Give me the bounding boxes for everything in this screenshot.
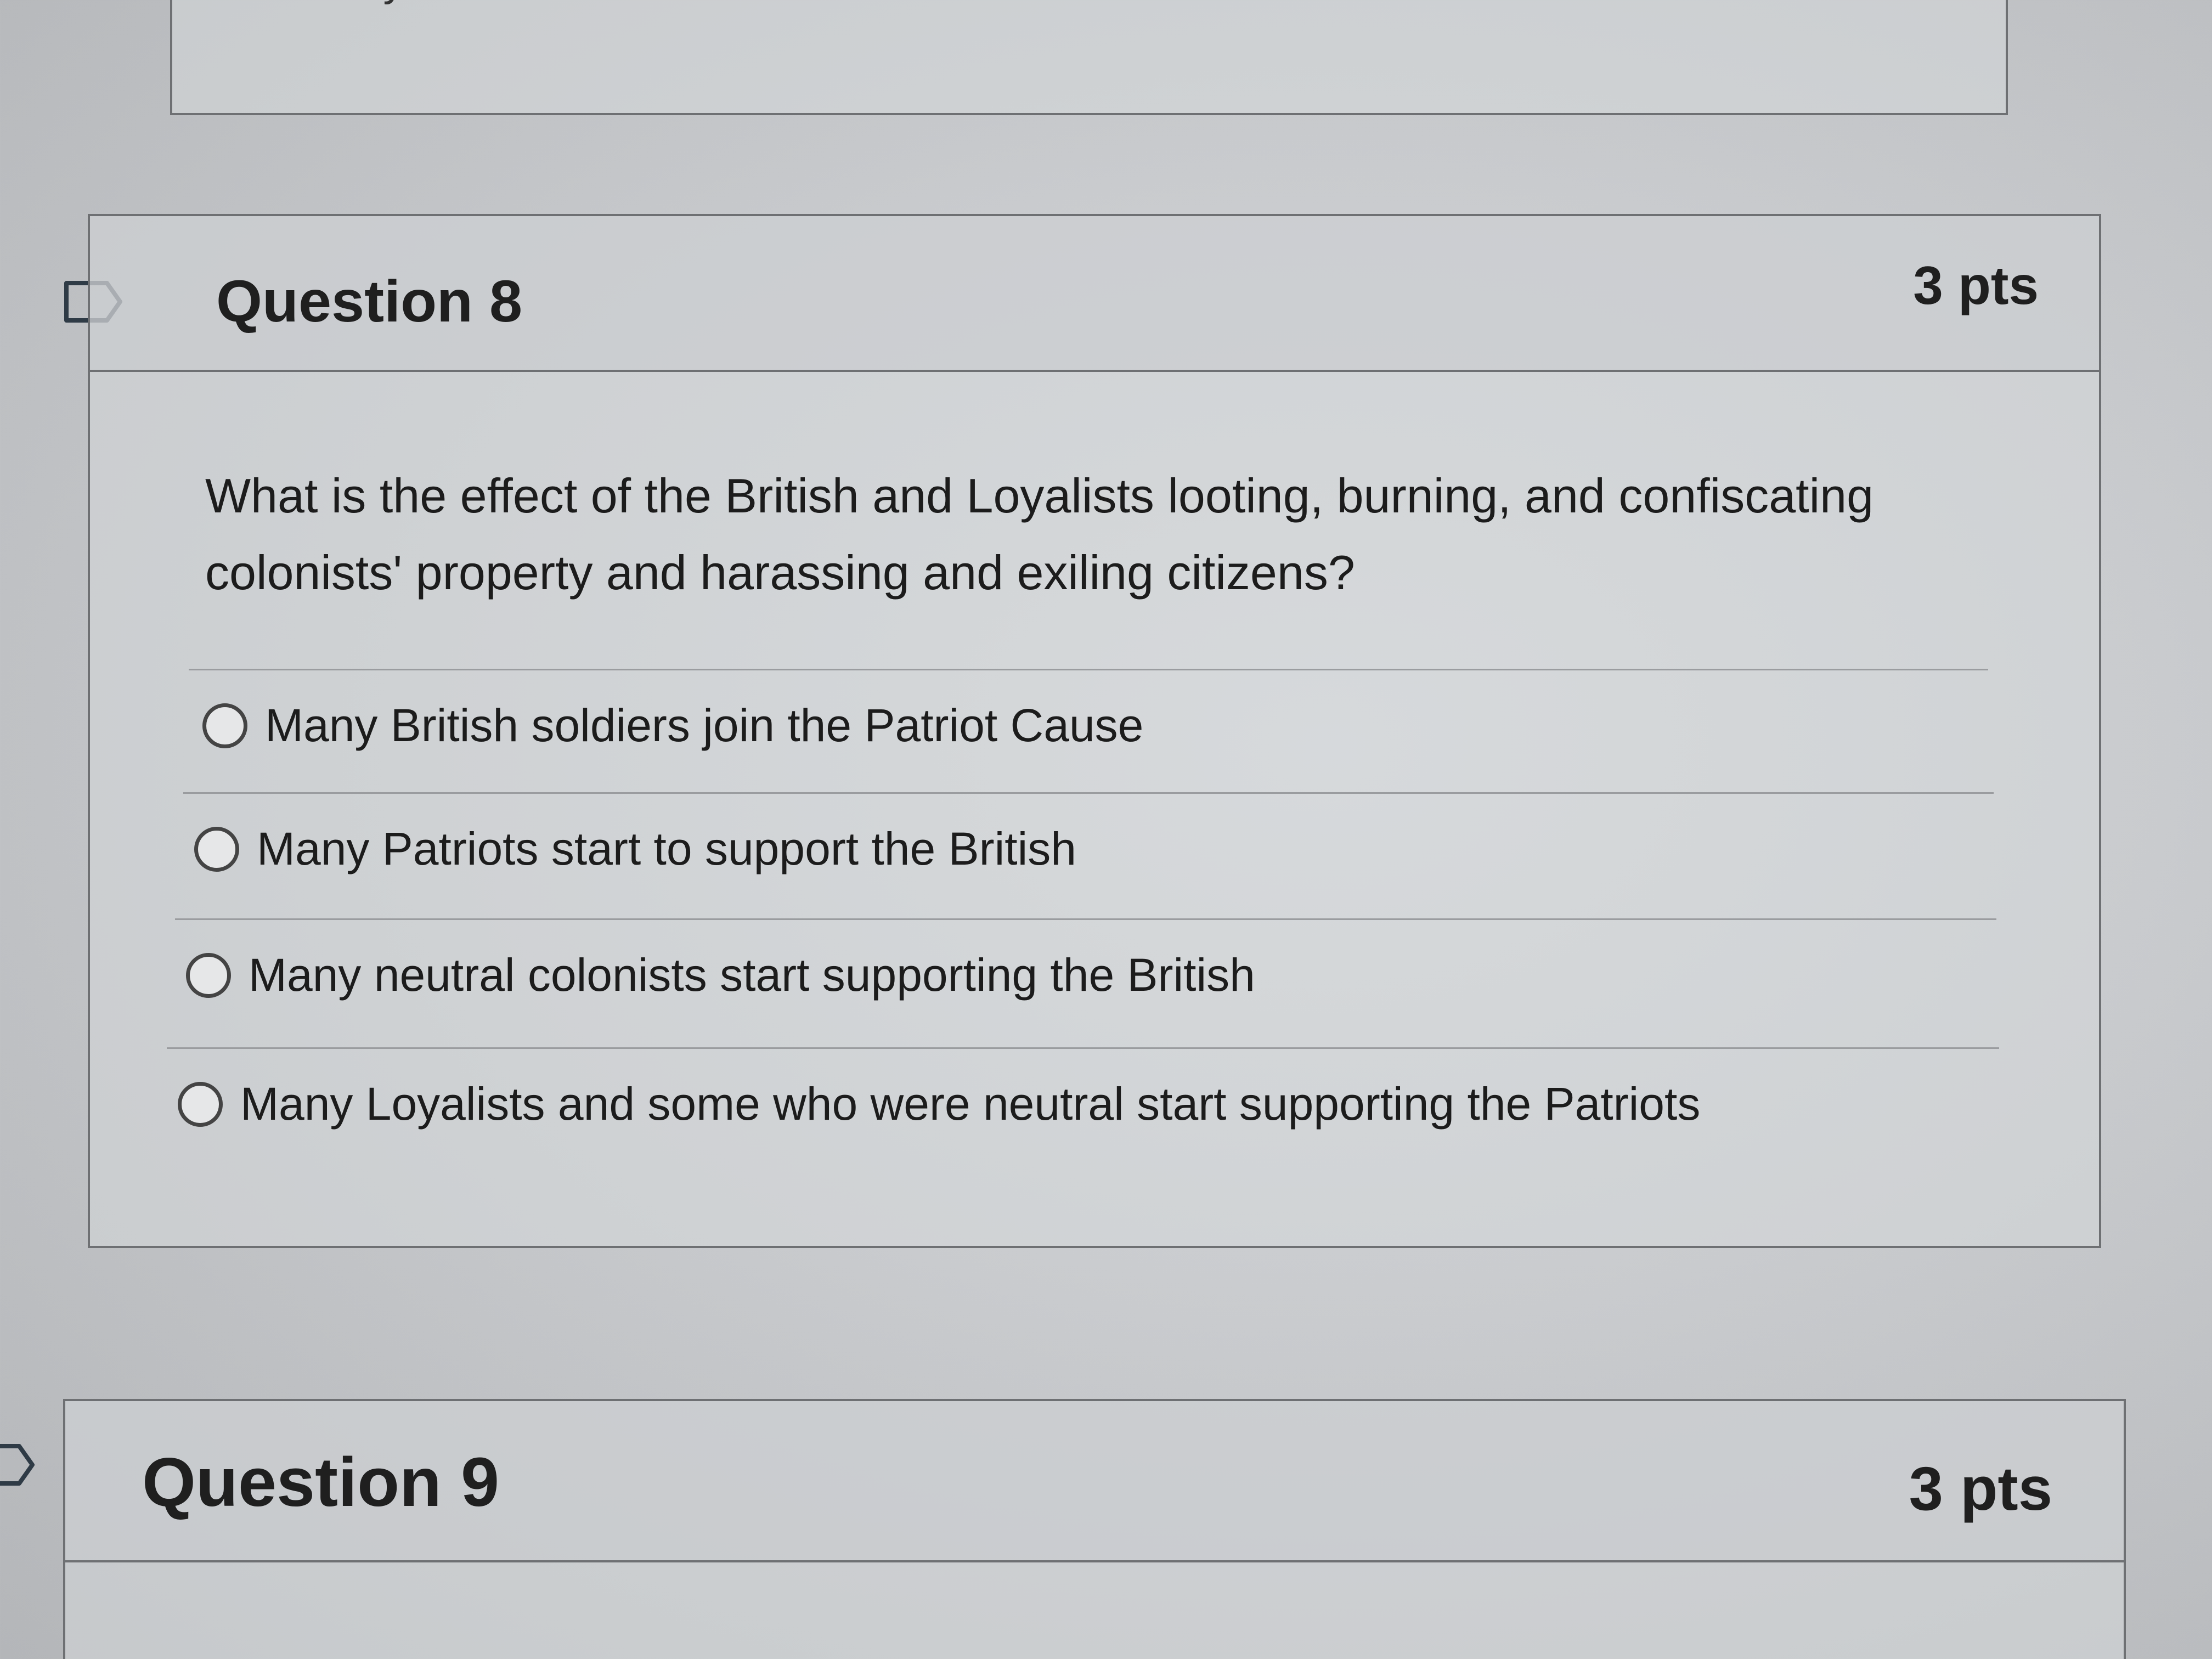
answer-option[interactable]: Many Loyalists and some who were neutral…	[178, 1077, 1700, 1131]
answer-label: Many Loyalists and some who were neutral…	[240, 1078, 1701, 1130]
question-header: Question 9 3 pts	[65, 1401, 2124, 1562]
answer-option[interactable]: Many British soldiers join the Patriot C…	[202, 699, 1143, 752]
radio-button[interactable]	[178, 1081, 223, 1127]
divider	[175, 918, 1996, 920]
answer-option[interactable]: Many neutral colonists start supporting …	[186, 949, 1255, 1002]
question-card: Question 8 3 pts What is the effect of t…	[88, 214, 2101, 1248]
question-card: Question 9 3 pts	[63, 1399, 2126, 1659]
divider	[167, 1047, 1999, 1049]
flag-question-icon[interactable]	[0, 1443, 36, 1487]
answer-label: Many Patriots start to support the Briti…	[257, 823, 1076, 874]
divider	[189, 669, 1988, 670]
previous-question-card: They attacked Sullivan's Island	[170, 0, 2008, 115]
answer-label: Many British soldiers join the Patriot C…	[265, 699, 1144, 751]
radio-button[interactable]	[186, 952, 231, 998]
answer-option[interactable]: Many Patriots start to support the Briti…	[194, 822, 1076, 876]
answer-label: Many neutral colonists start supporting …	[249, 949, 1255, 1001]
question-title: Question 9	[142, 1443, 500, 1521]
divider	[183, 792, 1994, 794]
question-header: Question 8 3 pts	[90, 216, 2099, 372]
radio-button[interactable]	[202, 703, 247, 748]
question-points: 3 pts	[1909, 1454, 2052, 1523]
question-text: What is the effect of the British and Lo…	[205, 469, 1874, 600]
answer-label: They attacked Sullivan's Island	[309, 0, 895, 6]
question-title: Question 8	[216, 268, 523, 334]
radio-button[interactable]	[194, 826, 239, 872]
question-points: 3 pts	[1913, 255, 2039, 315]
